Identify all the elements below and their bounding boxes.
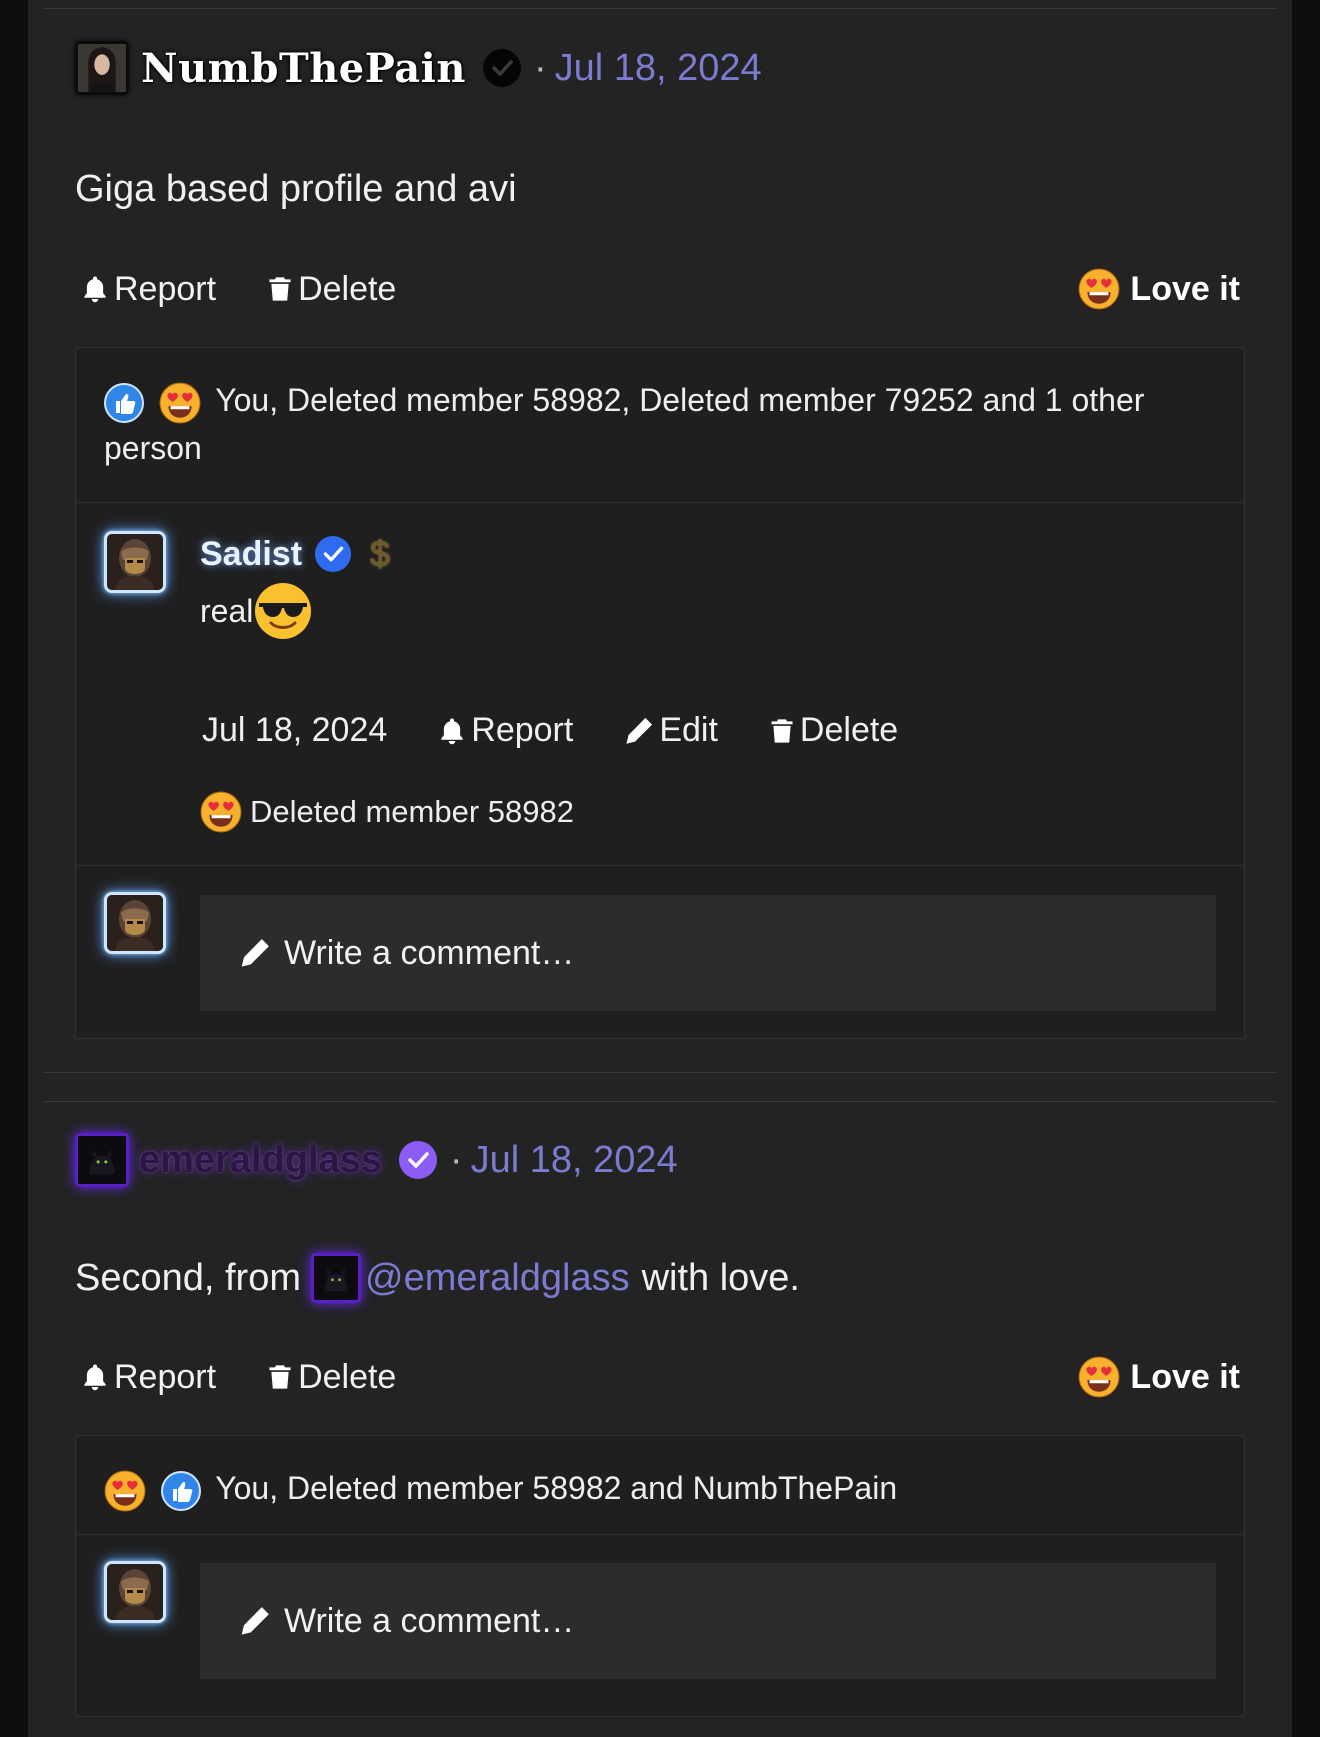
heart-eyes-emoji bbox=[1078, 268, 1120, 310]
thumbs-up-icon bbox=[161, 1471, 201, 1511]
post-username[interactable]: emeraldglass bbox=[139, 1139, 382, 1182]
bell-icon bbox=[437, 715, 467, 747]
comments-box: You, Deleted member 58982 and NumbThePai… bbox=[75, 1435, 1245, 1717]
pencil-icon bbox=[623, 715, 655, 747]
post-body: Second, from @emeraldglass with love. bbox=[75, 1253, 800, 1303]
comment-date[interactable]: Jul 18, 2024 bbox=[202, 711, 387, 750]
post-username[interactable]: NumbThePain bbox=[141, 45, 466, 92]
heart-eyes-emoji bbox=[104, 1470, 146, 1512]
post-date[interactable]: · Jul 18, 2024 bbox=[450, 1139, 678, 1182]
avatar bbox=[104, 1561, 166, 1623]
write-comment-input[interactable]: Write a comment… bbox=[200, 1563, 1216, 1679]
comment-author: Sadist $ bbox=[200, 533, 391, 574]
pencil-icon bbox=[238, 936, 272, 970]
avatar bbox=[104, 892, 166, 954]
comment-item: Sadist $ real Jul 18, 2024 Report Edit D… bbox=[76, 503, 1244, 866]
delete-button[interactable]: Delete bbox=[266, 1358, 396, 1397]
thread-page: NumbThePain · Jul 18, 2024 Giga based pro… bbox=[28, 0, 1292, 1737]
verified-check-icon bbox=[398, 1140, 438, 1180]
post-actions: Report Delete Love it bbox=[80, 1356, 1240, 1398]
pencil-icon bbox=[238, 1604, 272, 1638]
thumbs-up-icon bbox=[104, 383, 144, 423]
report-button[interactable]: Report bbox=[80, 1358, 216, 1397]
write-comment-input[interactable]: Write a comment… bbox=[200, 895, 1216, 1011]
comment-reactions[interactable]: Deleted member 58982 bbox=[200, 791, 574, 833]
trash-icon bbox=[768, 715, 796, 747]
verified-check-icon bbox=[482, 48, 522, 88]
divider bbox=[44, 8, 1276, 9]
report-button[interactable]: Report bbox=[80, 270, 216, 309]
love-it-button[interactable]: Love it bbox=[1078, 268, 1240, 310]
write-comment-row: Write a comment… bbox=[76, 866, 1244, 1041]
post-actions: Report Delete Love it bbox=[80, 268, 1240, 310]
comments-box: You, Deleted member 58982, Deleted membe… bbox=[75, 347, 1245, 1039]
trash-icon bbox=[266, 1361, 294, 1393]
verified-check-icon bbox=[314, 535, 352, 573]
post-header: NumbThePain · Jul 18, 2024 bbox=[75, 41, 762, 95]
love-it-button[interactable]: Love it bbox=[1078, 1356, 1240, 1398]
divider bbox=[44, 1101, 1276, 1102]
avatar[interactable] bbox=[104, 531, 166, 593]
avatar[interactable] bbox=[75, 1133, 129, 1187]
reactions-summary[interactable]: You, Deleted member 58982 and NumbThePai… bbox=[76, 1436, 1244, 1535]
dollar-icon: $ bbox=[370, 533, 391, 574]
divider bbox=[44, 1072, 1276, 1073]
heart-eyes-emoji bbox=[159, 382, 201, 424]
post-date[interactable]: · Jul 18, 2024 bbox=[534, 47, 762, 90]
reactions-summary[interactable]: You, Deleted member 58982, Deleted membe… bbox=[76, 348, 1244, 503]
delete-button[interactable]: Delete bbox=[266, 270, 396, 309]
report-button[interactable]: Report bbox=[437, 711, 573, 750]
edit-button[interactable]: Edit bbox=[623, 711, 718, 750]
comment-actions: Jul 18, 2024 Report Edit Delete bbox=[202, 711, 948, 750]
post-body: Giga based profile and avi bbox=[75, 168, 517, 210]
mention-avatar bbox=[311, 1253, 361, 1303]
bell-icon bbox=[80, 273, 110, 305]
avatar[interactable] bbox=[75, 41, 129, 95]
bell-icon bbox=[80, 1361, 110, 1393]
comment-text: real bbox=[200, 581, 313, 641]
heart-eyes-emoji bbox=[200, 791, 242, 833]
trash-icon bbox=[266, 273, 294, 305]
post-header: emeraldglass · Jul 18, 2024 bbox=[75, 1133, 678, 1187]
delete-button[interactable]: Delete bbox=[768, 711, 898, 750]
heart-eyes-emoji bbox=[1078, 1356, 1120, 1398]
sunglasses-emoji bbox=[253, 581, 313, 641]
mention-link[interactable]: @emeraldglass bbox=[365, 1257, 630, 1300]
write-comment-row: Write a comment… bbox=[76, 1535, 1244, 1705]
